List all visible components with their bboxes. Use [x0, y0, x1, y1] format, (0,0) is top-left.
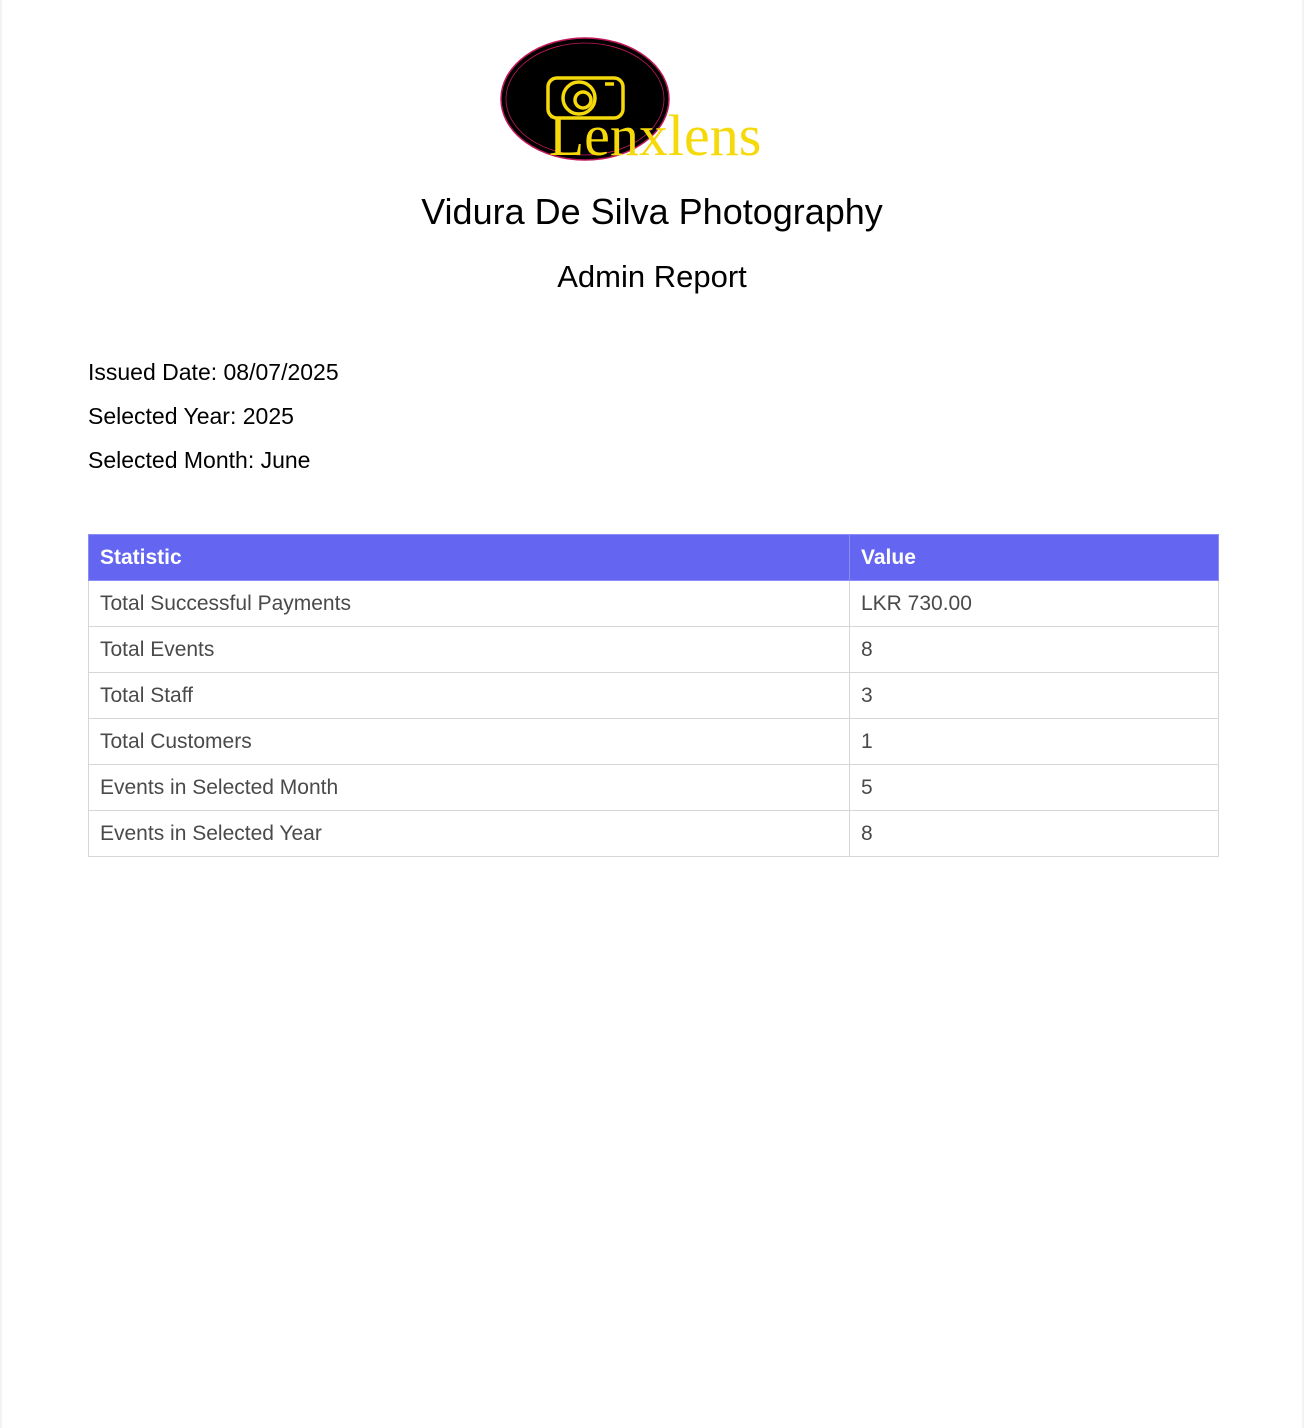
- statistic-cell: Total Staff: [88, 672, 850, 719]
- value-cell: LKR 730.00: [849, 580, 1219, 627]
- statistic-cell: Total Customers: [88, 718, 850, 765]
- value-cell: 1: [849, 718, 1219, 765]
- report-meta: Issued Date: 08/07/2025 Selected Year: 2…: [88, 356, 339, 488]
- table-row: Total Events 8: [88, 626, 1219, 673]
- selected-year: Selected Year: 2025: [88, 403, 294, 429]
- value-cell: 5: [849, 764, 1219, 811]
- statistic-cell: Events in Selected Month: [88, 764, 850, 811]
- lenxlens-logo: Lenxlens: [497, 36, 817, 166]
- selected-month: Selected Month: June: [88, 447, 311, 473]
- table-row: Total Customers 1: [88, 718, 1219, 765]
- statistic-cell: Events in Selected Year: [88, 810, 850, 857]
- header-value: Value: [849, 534, 1219, 581]
- logo-wordmark: Lenxlens: [549, 103, 762, 166]
- value-cell: 8: [849, 626, 1219, 673]
- table-header-row: Statistic Value: [88, 534, 1219, 581]
- value-cell: 8: [849, 810, 1219, 857]
- table-row: Events in Selected Year 8: [88, 810, 1219, 857]
- company-name: Vidura De Silva Photography: [421, 191, 883, 232]
- report-title: Admin Report: [557, 259, 747, 294]
- header-statistic: Statistic: [88, 534, 850, 581]
- issued-date: Issued Date: 08/07/2025: [88, 359, 339, 385]
- statistic-cell: Total Events: [88, 626, 850, 673]
- table-row: Total Successful Payments LKR 730.00: [88, 580, 1219, 627]
- statistic-cell: Total Successful Payments: [88, 580, 850, 627]
- statistics-table: Statistic Value Total Successful Payment…: [88, 534, 1219, 857]
- report-page: Lenxlens Vidura De Silva Photography Adm…: [2, 0, 1302, 1428]
- table-row: Events in Selected Month 5: [88, 764, 1219, 811]
- value-cell: 3: [849, 672, 1219, 719]
- table-row: Total Staff 3: [88, 672, 1219, 719]
